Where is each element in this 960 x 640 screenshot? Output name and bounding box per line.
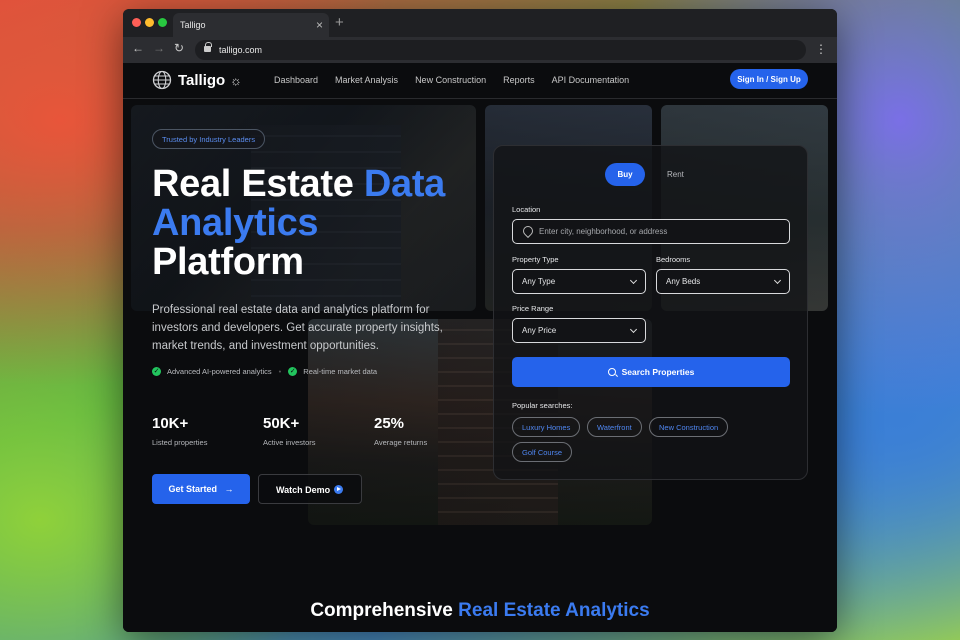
chip-new-construction[interactable]: New Construction [649, 417, 729, 437]
stat-listed-properties: 10K+ Listed properties [152, 415, 207, 447]
stat-average-returns: 25% Average returns [374, 415, 427, 447]
chevron-down-icon [629, 325, 638, 334]
get-started-label: Get Started [168, 484, 217, 494]
bedrooms-select[interactable]: Any Beds [656, 269, 790, 294]
location-placeholder: Enter city, neighborhood, or address [539, 227, 668, 236]
maximize-window-button[interactable] [158, 18, 167, 27]
nav-link-reports[interactable]: Reports [503, 75, 535, 85]
new-tab-icon[interactable]: + [335, 14, 344, 31]
brand-name[interactable]: Talligo [178, 72, 225, 89]
nav-link-dashboard[interactable]: Dashboard [274, 75, 318, 85]
stat-label: Average returns [374, 438, 428, 447]
search-icon [607, 368, 616, 376]
separator-dot: • [278, 367, 282, 376]
chevron-down-icon [629, 276, 638, 285]
forward-icon[interactable]: → [153, 41, 165, 55]
hero-title-line3: Platform [152, 241, 304, 283]
property-type-label: Property Type [512, 255, 559, 264]
price-range-label: Price Range [512, 304, 554, 313]
check-icon: ✓ [152, 367, 161, 376]
stat-value: 10K+ [152, 415, 189, 432]
get-started-button[interactable]: Get Started → [152, 474, 250, 504]
property-type-select[interactable]: Any Type [512, 269, 646, 294]
map-pin-icon [523, 226, 531, 236]
chip-golf-course[interactable]: Golf Course [512, 442, 573, 462]
feature-list: ✓ Advanced AI-powered analytics • ✓ Real… [152, 367, 377, 376]
location-input[interactable]: Enter city, neighborhood, or address [512, 219, 790, 244]
tab-close-icon[interactable]: × [316, 18, 323, 32]
section-title-white: Comprehensive [310, 600, 459, 621]
section-title: Comprehensive Real Estate Analytics [123, 600, 837, 622]
theme-toggle-icon[interactable]: ☼ [230, 73, 242, 88]
hero-title-highlight: Data [363, 163, 446, 205]
hero-title-line2: Analytics [152, 202, 319, 244]
nav-link-market-analysis[interactable]: Market Analysis [335, 75, 398, 85]
search-properties-button[interactable]: Search Properties [512, 357, 790, 387]
chip-waterfront[interactable]: Waterfront [587, 417, 642, 437]
arrow-right-icon: → [224, 484, 234, 494]
feature-item: Real-time market data [303, 367, 378, 376]
bedrooms-label: Bedrooms [656, 255, 691, 264]
url-input[interactable]: talligo.com [195, 40, 806, 60]
stat-label: Listed properties [152, 438, 208, 447]
site-header: Talligo ☼ Dashboard Market Analysis New … [123, 63, 837, 99]
stat-active-investors: 50K+ Active investors [263, 415, 316, 447]
bedrooms-value: Any Beds [666, 277, 701, 286]
close-window-button[interactable] [132, 18, 141, 27]
browser-menu-icon[interactable]: ⋮ [815, 42, 827, 56]
price-range-value: Any Price [522, 326, 557, 335]
stat-value: 50K+ [263, 415, 300, 432]
trust-badge: Trusted by Industry Leaders [152, 129, 266, 149]
chevron-down-icon [773, 276, 782, 285]
nav-link-api-documentation[interactable]: API Documentation [552, 75, 630, 85]
browser-window: Talligo × + ← → ↻ talligo.com ⋮ Talligo [123, 9, 837, 632]
property-type-value: Any Type [522, 277, 556, 286]
hero-title: Real Estate Data Analytics Platform [152, 165, 445, 282]
hero-description: Professional real estate data and analyt… [152, 304, 443, 352]
main-nav: Dashboard Market Analysis New Constructi… [274, 75, 646, 85]
browser-tab[interactable]: Talligo × [173, 13, 329, 37]
popular-searches-label: Popular searches: [512, 401, 573, 410]
price-range-select[interactable]: Any Price [512, 318, 646, 343]
property-search-card: Buy Rent Location Enter city, neighborho… [493, 145, 808, 480]
stat-value: 25% [374, 415, 405, 432]
address-toolbar: ← → ↻ talligo.com ⋮ [123, 37, 837, 63]
nav-link-new-construction[interactable]: New Construction [415, 75, 486, 85]
reload-icon[interactable]: ↻ [174, 41, 184, 55]
watch-demo-button[interactable]: Watch Demo [258, 474, 362, 504]
watch-demo-label: Watch Demo [276, 485, 331, 495]
tab-title: Talligo [180, 20, 206, 30]
sign-in-button[interactable]: Sign In / Sign Up [730, 69, 808, 89]
minimize-window-button[interactable] [145, 18, 154, 27]
website: Talligo ☼ Dashboard Market Analysis New … [123, 63, 837, 632]
section-title-highlight: Real Estate Analytics [458, 600, 650, 621]
hero-title-line1: Real Estate [152, 163, 364, 205]
check-icon: ✓ [288, 367, 298, 376]
play-icon [334, 485, 343, 494]
globe-icon [152, 70, 172, 90]
location-label: Location [512, 205, 541, 214]
tab-bar: Talligo × + [123, 9, 837, 37]
back-icon[interactable]: ← [132, 41, 144, 55]
tab-rent[interactable]: Rent [667, 170, 684, 179]
chip-luxury-homes[interactable]: Luxury Homes [512, 417, 581, 437]
url-text: talligo.com [219, 45, 263, 55]
search-button-label: Search Properties [621, 367, 695, 377]
tab-buy[interactable]: Buy [605, 163, 645, 186]
lock-icon [204, 42, 212, 53]
feature-item: Advanced AI-powered analytics [167, 367, 272, 376]
stat-label: Active investors [263, 438, 316, 447]
